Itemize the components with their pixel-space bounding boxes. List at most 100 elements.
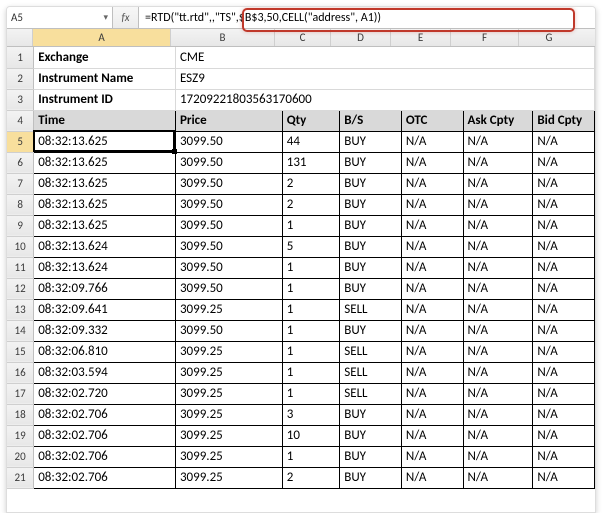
cell-time[interactable]: 08:32:13.625 [34,194,176,215]
cell-ask-cpty[interactable]: N/A [463,446,533,467]
cell-bid-cpty[interactable]: N/A [533,446,595,467]
row-header-1[interactable]: 1 [7,47,34,68]
cell-qty[interactable]: 1 [282,299,340,320]
column-header-D[interactable]: D [331,29,391,46]
cell-bs[interactable]: BUY [340,320,402,341]
cell-time[interactable]: 08:32:03.594 [34,362,176,383]
cell-time[interactable]: 08:32:09.766 [34,278,176,299]
cell-time[interactable]: 08:32:02.706 [34,467,176,488]
cell-price[interactable]: 3099.25 [175,404,282,425]
cell-price[interactable]: 3099.25 [175,425,282,446]
cell-bs[interactable]: BUY [340,173,402,194]
cell-qty[interactable]: 2 [282,194,340,215]
cell-time[interactable]: 08:32:09.332 [34,320,176,341]
column-header-E[interactable]: E [391,29,451,46]
cell-otc[interactable]: N/A [401,383,463,404]
cell-ask-cpty[interactable]: N/A [463,299,533,320]
row-header-18[interactable]: 18 [7,404,34,425]
row-header-17[interactable]: 17 [7,383,34,404]
cell-time[interactable]: 08:32:13.625 [34,173,176,194]
column-header-B[interactable]: B [171,29,275,46]
cell-bid-cpty[interactable]: N/A [533,467,595,488]
cell-otc[interactable]: N/A [401,404,463,425]
cell-qty[interactable]: 131 [282,152,340,173]
cell-qty[interactable]: 1 [282,320,340,341]
select-all-button[interactable] [7,29,33,46]
cell-bs[interactable]: BUY [340,425,402,446]
data-column-header-qty[interactable]: Qty [282,110,340,131]
data-column-header-time[interactable]: Time [34,110,176,131]
cell-qty[interactable]: 1 [282,383,340,404]
data-column-header-price[interactable]: Price [175,110,282,131]
grid-area[interactable]: 1ExchangeCME2Instrument NameESZ93Instrum… [7,47,595,512]
cell-bs[interactable]: BUY [340,446,402,467]
cell-qty[interactable]: 1 [282,341,340,362]
cell-otc[interactable]: N/A [401,467,463,488]
row-header-6[interactable]: 6 [7,152,34,173]
formula-input[interactable]: =RTD("tt.rtd",,"TS",$B$3,50,CELL("addres… [139,7,595,28]
cell-otc[interactable]: N/A [401,215,463,236]
cell-otc[interactable]: N/A [401,425,463,446]
cell-bid-cpty[interactable]: N/A [533,362,595,383]
cell-bs[interactable]: BUY [340,194,402,215]
cell-price[interactable]: 3099.50 [175,257,282,278]
cell-time[interactable]: 08:32:06.810 [34,341,176,362]
cell-bid-cpty[interactable]: N/A [533,236,595,257]
cell-time[interactable]: 08:32:13.625 [34,215,176,236]
cell-price[interactable]: 3099.50 [175,320,282,341]
row-header-14[interactable]: 14 [7,320,34,341]
cell-qty[interactable]: 1 [282,257,340,278]
cell-otc[interactable]: N/A [401,446,463,467]
cell-bid-cpty[interactable]: N/A [533,278,595,299]
row-header-4[interactable]: 4 [7,110,34,131]
cell-bid-cpty[interactable]: N/A [533,404,595,425]
cell-qty[interactable]: 1 [282,278,340,299]
cell-otc[interactable]: N/A [401,341,463,362]
row-header-16[interactable]: 16 [7,362,34,383]
cell-ask-cpty[interactable]: N/A [463,278,533,299]
cell-price[interactable]: 3099.25 [175,467,282,488]
cell-time[interactable]: 08:32:02.706 [34,425,176,446]
cell-price[interactable]: 3099.50 [175,194,282,215]
cell-ask-cpty[interactable]: N/A [463,236,533,257]
cell-qty[interactable]: 5 [282,236,340,257]
cell-price[interactable]: 3099.25 [175,362,282,383]
cell-ask-cpty[interactable]: N/A [463,257,533,278]
cell-time[interactable]: 08:32:13.625 [34,152,176,173]
cell-ask-cpty[interactable]: N/A [463,383,533,404]
row-header-8[interactable]: 8 [7,194,34,215]
column-header-F[interactable]: F [451,29,519,46]
name-box[interactable]: A5 ▾ [7,7,113,28]
data-column-header-otc[interactable]: OTC [401,110,463,131]
cell-bs[interactable]: BUY [340,152,402,173]
cell-otc[interactable]: N/A [401,152,463,173]
cell-price[interactable]: 3099.50 [175,152,282,173]
cell-bid-cpty[interactable]: N/A [533,383,595,404]
cell-ask-cpty[interactable]: N/A [463,194,533,215]
cell-time[interactable]: 08:32:13.624 [34,257,176,278]
cell-qty[interactable]: 2 [282,173,340,194]
cell-bid-cpty[interactable]: N/A [533,173,595,194]
header-row-3-label[interactable]: Instrument ID [34,89,176,110]
cell-bs[interactable]: BUY [340,278,402,299]
cell-bs[interactable]: BUY [340,467,402,488]
cell-otc[interactable]: N/A [401,320,463,341]
cell-bid-cpty[interactable]: N/A [533,257,595,278]
cell-otc[interactable]: N/A [401,194,463,215]
header-row-2-value[interactable]: ESZ9 [175,68,594,89]
cell-bid-cpty[interactable]: N/A [533,131,595,152]
cell-qty[interactable]: 1 [282,362,340,383]
cell-bs[interactable]: BUY [340,215,402,236]
cell-price[interactable]: 3099.25 [175,341,282,362]
cell-ask-cpty[interactable]: N/A [463,173,533,194]
cell-ask-cpty[interactable]: N/A [463,152,533,173]
cell-otc[interactable]: N/A [401,131,463,152]
cell-otc[interactable]: N/A [401,173,463,194]
cell-ask-cpty[interactable]: N/A [463,131,533,152]
cell-ask-cpty[interactable]: N/A [463,425,533,446]
cell-bs[interactable]: SELL [340,362,402,383]
row-header-15[interactable]: 15 [7,341,34,362]
row-header-12[interactable]: 12 [7,278,34,299]
cell-price[interactable]: 3099.25 [175,446,282,467]
cell-qty[interactable]: 44 [282,131,340,152]
